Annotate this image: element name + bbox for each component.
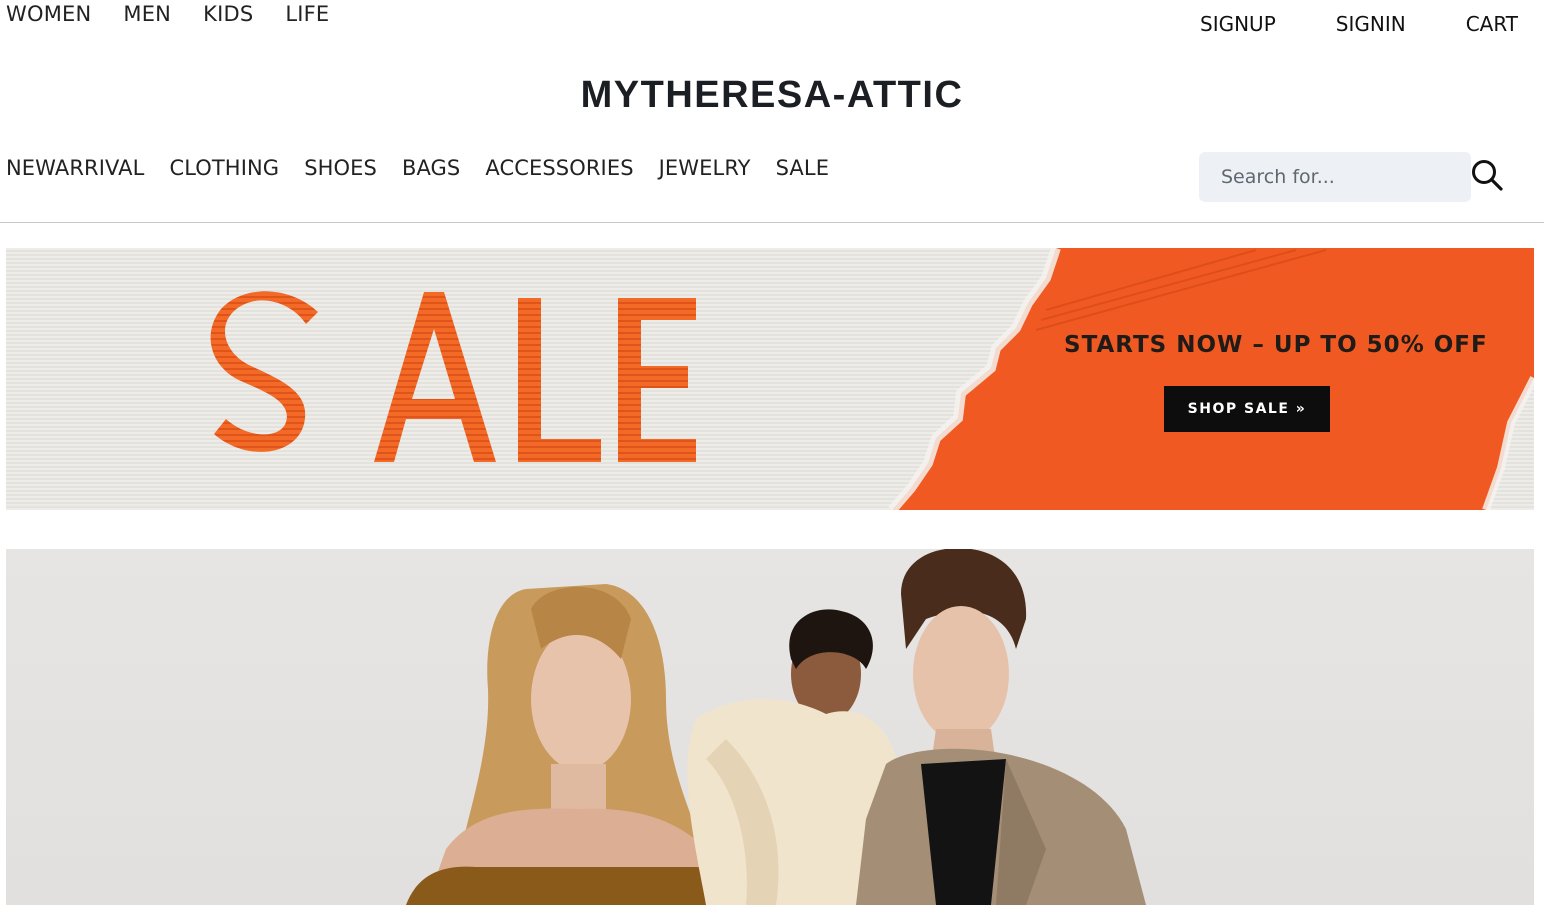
category-accessories[interactable]: ACCESSORIES: [485, 156, 633, 180]
nav-kids[interactable]: KIDS: [203, 2, 253, 26]
search-input[interactable]: [1199, 152, 1471, 202]
sale-lettering: [210, 291, 696, 462]
signin-link[interactable]: SIGNIN: [1336, 12, 1406, 36]
search-icon: [1472, 160, 1503, 191]
hero-image[interactable]: [6, 549, 1534, 905]
category-jewelry[interactable]: JEWELRY: [659, 156, 751, 180]
shop-sale-button[interactable]: SHOP SALE »: [1164, 386, 1330, 432]
search-button[interactable]: [1468, 156, 1506, 194]
sale-headline: STARTS NOW – UP TO 50% OFF: [1064, 332, 1488, 358]
category-shoes[interactable]: SHOES: [304, 156, 377, 180]
cart-link[interactable]: CART: [1466, 12, 1518, 36]
header-divider: [0, 222, 1544, 223]
brand-logo[interactable]: MYTHERESA-ATTIC: [0, 74, 1544, 117]
signup-link[interactable]: SIGNUP: [1200, 12, 1276, 36]
account-nav: SIGNUP SIGNIN CART: [1200, 12, 1518, 36]
fashion-models-photo: [406, 549, 1146, 905]
top-left-nav: WOMEN MEN KIDS LIFE: [6, 2, 329, 26]
nav-life[interactable]: LIFE: [285, 2, 329, 26]
category-sale[interactable]: SALE: [776, 156, 829, 180]
nav-men[interactable]: MEN: [123, 2, 171, 26]
nav-women[interactable]: WOMEN: [6, 2, 91, 26]
sale-banner[interactable]: STARTS NOW – UP TO 50% OFF SHOP SALE »: [6, 248, 1534, 510]
category-newarrival[interactable]: NEWARRIVAL: [6, 156, 144, 180]
category-nav: NEWARRIVAL CLOTHING SHOES BAGS ACCESSORI…: [6, 156, 829, 180]
category-clothing[interactable]: CLOTHING: [169, 156, 279, 180]
category-bags[interactable]: BAGS: [402, 156, 460, 180]
